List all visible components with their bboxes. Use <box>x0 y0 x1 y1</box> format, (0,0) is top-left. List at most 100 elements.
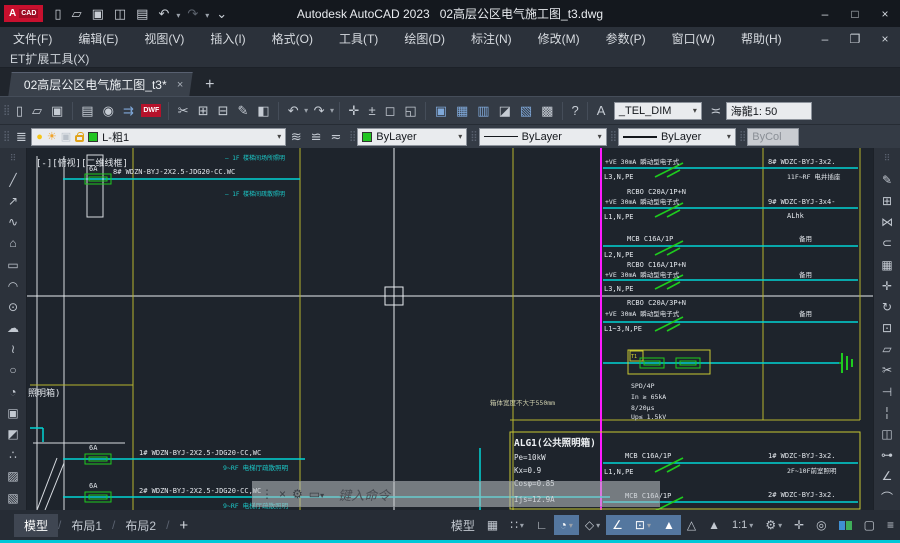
menu-item-2[interactable]: 视图(V) <box>131 28 197 49</box>
menu-item-5[interactable]: 工具(T) <box>326 28 391 49</box>
plot-preview-icon[interactable]: ◉ <box>98 103 118 119</box>
customization-gear-icon[interactable]: ⚙▾ <box>759 515 788 535</box>
menu-item-1[interactable]: 编辑(E) <box>65 28 131 49</box>
close-button[interactable]: × <box>870 5 900 23</box>
scale-value-box[interactable]: 海龍1: 50 <box>726 102 812 120</box>
annotation-scale-value[interactable]: 1:1▾ <box>726 516 759 534</box>
dim-style-combo[interactable]: _TEL_DIM▾ <box>614 102 702 120</box>
toolbar-grip[interactable]: ⠿ <box>884 148 891 169</box>
designcenter-icon[interactable]: ▦ <box>451 103 472 119</box>
crosshair-icon[interactable]: ✛ <box>788 515 810 535</box>
linetype-combo[interactable]: ByLayer▾ <box>479 128 607 146</box>
clean-screen-icon[interactable]: ▢ <box>858 515 881 535</box>
saveas-icon[interactable]: ◫ <box>109 6 131 21</box>
commandline-grip[interactable]: ⋮ <box>261 487 273 501</box>
menu-item-4[interactable]: 格式(O) <box>259 28 326 49</box>
spline-icon[interactable]: ≀ <box>11 339 16 360</box>
sheetset-icon[interactable]: ◪ <box>494 103 515 119</box>
tool-palettes-icon[interactable]: ▥ <box>473 103 494 119</box>
undo-icon[interactable]: ↶ <box>283 103 303 119</box>
annotation-autoscale-icon[interactable]: △ <box>681 515 702 535</box>
move-icon[interactable]: ✛ <box>882 275 892 296</box>
zoom-previous-icon[interactable]: ◱ <box>400 103 421 119</box>
copy-icon[interactable]: ⊞ <box>193 103 213 119</box>
make-object-layer-current-icon[interactable]: ≋ <box>286 129 306 145</box>
layer-states-icon[interactable]: ≂ <box>326 129 346 145</box>
layout-tab-0[interactable]: 模型 <box>14 514 58 537</box>
annotation-scale-value-drop[interactable]: ▾ <box>749 521 753 530</box>
zoom-realtime-icon[interactable]: ± <box>364 103 380 118</box>
batch-plot-icon[interactable]: ⇉ <box>118 103 138 119</box>
object-snap-tracking-icon[interactable]: ∠ <box>606 515 629 535</box>
autocad-logo[interactable]: ACAD <box>4 5 43 22</box>
toolbar-grip[interactable]: ⣿ <box>607 131 618 142</box>
open-icon[interactable]: ▱ <box>27 103 46 119</box>
menu-item-10[interactable]: 窗口(W) <box>659 28 728 49</box>
annotation-scale-icon[interactable]: ▲ <box>702 515 726 535</box>
stretch-icon[interactable]: ▱ <box>882 339 891 360</box>
new-icon[interactable]: ▯ <box>49 6 66 21</box>
save-icon[interactable]: ▣ <box>87 6 109 21</box>
status-menu-icon[interactable]: ≡ <box>881 515 900 535</box>
layer-previous-icon[interactable]: ≌ <box>306 129 326 145</box>
snap-icon-drop[interactable]: ▾ <box>520 521 524 530</box>
polyline-icon[interactable]: ∿ <box>8 212 18 233</box>
toolbar-grip[interactable]: ⣿ <box>0 131 11 142</box>
scale-icon[interactable]: ⊡ <box>882 318 892 339</box>
doc-restore-button[interactable]: ❐ <box>840 30 870 48</box>
customization-gear-icon-drop[interactable]: ▾ <box>778 521 782 530</box>
minimize-button[interactable]: – <box>810 5 840 23</box>
polar-tracking-icon[interactable]: ◔▾ <box>554 515 579 535</box>
polar-tracking-icon-drop[interactable]: ▾ <box>569 521 573 530</box>
layer-vp-freeze-icon[interactable]: ▣ <box>61 130 71 143</box>
snap-icon[interactable]: ∷▾ <box>504 515 530 535</box>
line-icon[interactable]: ╱ <box>9 169 16 190</box>
circle-icon[interactable]: ⊙ <box>8 296 18 317</box>
menu-item-7[interactable]: 标注(N) <box>458 28 525 49</box>
hardware-accel-badge[interactable] <box>833 518 858 533</box>
open-icon[interactable]: ▱ <box>67 6 87 21</box>
point-icon[interactable]: ∴ <box>9 445 17 466</box>
mirror-icon[interactable]: ⋈ <box>881 212 893 233</box>
cut-icon[interactable]: ✂ <box>173 103 193 119</box>
gradient-icon[interactable]: ▧ <box>7 487 18 508</box>
command-line[interactable]: ⋮ × ⚙ ▭▾ 键入命令 <box>252 481 660 507</box>
new-icon[interactable]: ▯ <box>11 103 27 119</box>
menu-item-11[interactable]: 帮助(H) <box>728 28 795 49</box>
array-icon[interactable]: ▦ <box>881 254 892 275</box>
new-layout-button[interactable]: + <box>169 517 198 534</box>
offset-icon[interactable]: ⊂ <box>882 233 892 254</box>
join-icon[interactable]: ⊶ <box>881 445 893 466</box>
model-space[interactable]: [-][俯视][二维线框]6A8# WDZN-BYJ-2X2.5-JDG20-C… <box>27 148 873 510</box>
break-point-icon[interactable]: ╎ <box>883 402 890 423</box>
rectangle-icon[interactable]: ▭ <box>7 254 18 275</box>
erase-icon[interactable]: ✎ <box>882 169 892 190</box>
toolbar-grip[interactable]: ⣿ <box>0 105 11 116</box>
toolbar-grip[interactable]: ⣿ <box>467 131 478 142</box>
markup-icon[interactable]: ▧ <box>515 103 536 119</box>
maximize-button[interactable]: □ <box>840 5 870 23</box>
hatch-icon[interactable]: ▨ <box>7 466 18 487</box>
save-icon[interactable]: ▣ <box>46 103 67 119</box>
insert-block-icon[interactable]: ▣ <box>7 402 18 423</box>
command-input[interactable]: 键入命令 <box>338 485 390 504</box>
arc-icon[interactable]: ◠ <box>8 275 18 296</box>
grid-icon[interactable]: ▦ <box>481 515 504 535</box>
layout-tab-2[interactable]: 布局2 <box>115 514 166 537</box>
redo-drop-icon[interactable]: ▾ <box>329 106 335 115</box>
zoom-window-icon[interactable]: ◻ <box>380 103 400 119</box>
qat-menu-icon[interactable]: ⌄ <box>211 6 232 21</box>
commandline-customize-icon[interactable]: ⚙ <box>292 487 303 501</box>
layer-combo[interactable]: ● ☀ ▣ L-粗1 ▾ <box>31 128 286 146</box>
isodraft-icon[interactable]: ◇▾ <box>579 515 606 535</box>
dim-update-icon[interactable]: ≍ <box>706 103 726 119</box>
layout-tab-1[interactable]: 布局1 <box>61 514 112 537</box>
layer-unlock-icon[interactable] <box>75 135 84 142</box>
ellipse-arc-icon[interactable]: ◔ <box>9 381 16 402</box>
redo-icon[interactable]: ↷ <box>182 6 203 21</box>
extend-icon[interactable]: ⊣ <box>882 381 892 402</box>
redo-icon[interactable]: ↷ <box>309 103 329 119</box>
doc-close-button[interactable]: × <box>870 30 900 48</box>
matchprops-icon[interactable]: ✎ <box>233 103 253 119</box>
ortho-icon[interactable]: ∟ <box>530 515 554 535</box>
